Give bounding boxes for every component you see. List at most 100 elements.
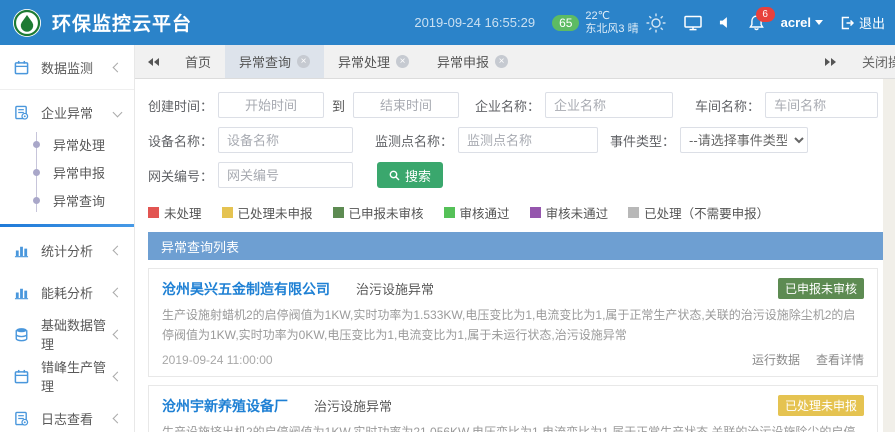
event-type-text: 治污设施异常: [314, 396, 392, 415]
header-datetime: 2019-09-24 16:55:29: [414, 15, 535, 30]
workshop-name-label: 车间名称：: [695, 96, 760, 115]
exception-time: 2019-09-24 11:00:00: [162, 353, 273, 367]
close-tab-icon[interactable]: [495, 55, 508, 68]
weather-widget: 65 22℃ 东北风3 晴: [552, 10, 667, 36]
sidebar-item-exception-handle[interactable]: 异常处理: [0, 130, 134, 158]
brand: 环保监控云平台: [12, 8, 192, 38]
search-button[interactable]: 搜索: [377, 162, 443, 188]
temperature-label: 22℃: [585, 10, 638, 23]
run-data-link[interactable]: 运行数据: [752, 351, 800, 368]
sun-icon: [645, 12, 667, 34]
sidebar-item-exception-query[interactable]: 异常查询: [0, 186, 134, 214]
monitor-point-input[interactable]: [458, 127, 598, 153]
view-detail-link[interactable]: 查看详情: [816, 351, 864, 368]
logout-label: 退出: [859, 13, 885, 32]
document-icon: [14, 411, 30, 426]
content-panel: 创建时间： 到 企业名称： 车间名称： 设备名称： 监测点名称： 事件类型：: [135, 79, 883, 432]
app-title: 环保监控云平台: [52, 9, 192, 36]
device-name-input[interactable]: [218, 127, 353, 153]
workshop-name-input[interactable]: [765, 92, 878, 118]
wind-weather-label: 东北风3 晴: [585, 23, 638, 36]
gateway-number-input[interactable]: [218, 162, 353, 188]
sidebar-item-enterprise-exception[interactable]: 企业异常: [0, 90, 134, 134]
sidebar-item-statistics[interactable]: 统计分析: [0, 229, 134, 271]
company-name-label: 企业名称：: [475, 96, 540, 115]
sidebar-item-log-view[interactable]: 日志查看: [0, 397, 134, 432]
exception-description: 生产设施射蜡机2的启停阀值为1KW,实时功率为1.533KW,电压变比为1,电流…: [162, 305, 864, 345]
database-icon: [14, 327, 30, 342]
tab-exception-declare[interactable]: 异常申报: [423, 45, 522, 78]
header-right: 2019-09-24 16:55:29 65 22℃ 东北风3 晴: [414, 10, 885, 36]
logout-icon: [840, 16, 854, 30]
exception-list-item: 沧州宇新养殖设备厂 治污设施异常 已处理未申报 生产设施挤出机2的启停阀值为1K…: [148, 385, 878, 432]
filter-row-3: 网关编号： 搜索: [135, 161, 883, 189]
weather-text: 22℃ 东北风3 晴: [585, 10, 638, 36]
card-head: 沧州宇新养殖设备厂 治污设施异常 已处理未申报: [162, 395, 864, 416]
status-swatch: [333, 207, 344, 218]
logout-button[interactable]: 退出: [840, 13, 885, 32]
app-logo-icon: [12, 8, 42, 38]
monitor-icon[interactable]: [684, 15, 702, 31]
chevron-left-icon: [113, 287, 123, 297]
scroll-tabs-right-icon[interactable]: [812, 58, 848, 66]
to-label: 到: [332, 96, 345, 115]
status-swatch: [222, 207, 233, 218]
tab-bar: 首页 异常查询 异常处理 异常申报 关闭操作: [135, 45, 895, 79]
exception-list-item: 沧州昊兴五金制造有限公司 治污设施异常 已申报未审核 生产设施射蜡机2的启停阀值…: [148, 268, 878, 377]
legend-item: 已处理未申报: [222, 203, 313, 222]
card-actions: 运行数据 查看详情: [752, 351, 864, 368]
status-swatch: [530, 207, 541, 218]
dot-icon: [33, 197, 40, 204]
end-time-input[interactable]: [353, 92, 459, 118]
filter-row-1: 创建时间： 到 企业名称： 车间名称：: [135, 91, 883, 119]
sidebar-item-base-data[interactable]: 基础数据管理: [0, 313, 134, 355]
close-tab-icon[interactable]: [396, 55, 409, 68]
sidebar-item-exception-declare[interactable]: 异常申报: [0, 158, 134, 186]
status-badge: 已处理未申报: [778, 395, 864, 416]
legend-item: 已处理（不需要申报）: [628, 203, 769, 222]
event-type-text: 治污设施异常: [356, 279, 434, 298]
card-head: 沧州昊兴五金制造有限公司 治污设施异常 已申报未审核: [162, 278, 864, 299]
list-title: 异常查询列表: [161, 237, 239, 256]
company-link[interactable]: 沧州昊兴五金制造有限公司: [162, 279, 330, 299]
close-operations-menu[interactable]: 关闭操作: [862, 52, 895, 71]
list-title-bar: 异常查询列表: [148, 232, 883, 260]
chevron-left-icon: [113, 413, 123, 423]
status-legend: 未处理 已处理未申报 已申报未审核 审核通过 审核未通过 已处理（不需要申报）: [135, 203, 883, 222]
device-name-label: 设备名称：: [148, 131, 213, 150]
active-section-indicator: [0, 224, 134, 227]
tab-home[interactable]: 首页: [171, 45, 225, 78]
chevron-left-icon: [113, 62, 123, 72]
bar-chart-icon: [14, 243, 30, 258]
legend-item: 未处理: [148, 203, 202, 222]
legend-item: 已申报未审核: [333, 203, 424, 222]
app-header: 环保监控云平台 2019-09-24 16:55:29 65 22℃ 东北风3 …: [0, 0, 895, 45]
sidebar-item-peak-production[interactable]: 错峰生产管理: [0, 355, 134, 397]
sidebar-item-data-monitoring[interactable]: 数据监测: [0, 45, 134, 89]
tab-exception-query[interactable]: 异常查询: [225, 45, 324, 78]
calendar-icon: [14, 60, 30, 75]
app-window: 环保监控云平台 2019-09-24 16:55:29 65 22℃ 东北风3 …: [0, 0, 895, 432]
chevron-left-icon: [113, 245, 123, 255]
status-badge: 已申报未审核: [778, 278, 864, 299]
sidebar-item-energy-analysis[interactable]: 能耗分析: [0, 271, 134, 313]
status-swatch: [628, 207, 639, 218]
company-link[interactable]: 沧州宇新养殖设备厂: [162, 396, 288, 416]
sidebar: 数据监测 企业异常 异常处理 异常申报: [0, 45, 135, 432]
legend-item: 审核通过: [444, 203, 510, 222]
status-swatch: [148, 207, 159, 218]
close-tab-icon[interactable]: [297, 55, 310, 68]
sidebar-submenu: 异常处理 异常申报 异常查询: [0, 130, 134, 220]
start-time-input[interactable]: [218, 92, 324, 118]
event-type-select[interactable]: --请选择事件类型--: [680, 127, 808, 153]
notifications-button[interactable]: 6: [749, 15, 764, 31]
status-swatch: [444, 207, 455, 218]
user-menu[interactable]: acrel: [781, 15, 823, 30]
calendar-icon: [14, 369, 30, 384]
card-foot: 2019-09-24 11:00:00 运行数据 查看详情: [162, 351, 864, 368]
company-name-input[interactable]: [545, 92, 673, 118]
tab-exception-handle[interactable]: 异常处理: [324, 45, 423, 78]
speaker-icon[interactable]: [719, 16, 732, 29]
scroll-tabs-left-icon[interactable]: [135, 45, 171, 78]
main-area: 首页 异常查询 异常处理 异常申报 关闭操作: [135, 45, 895, 432]
